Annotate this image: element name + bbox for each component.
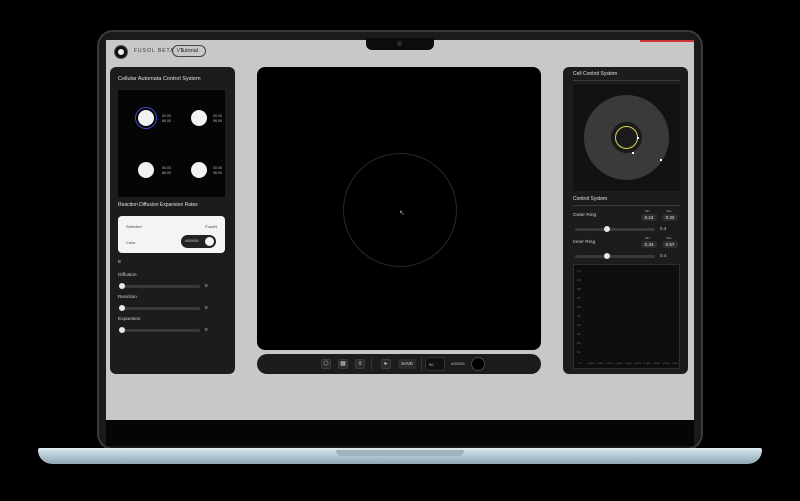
color-label: Color xyxy=(126,240,136,245)
graph-y-tick: 0.6 xyxy=(577,306,581,309)
diffusion-slider-handle[interactable] xyxy=(119,283,125,289)
graph-y-tick: 0.5 xyxy=(577,315,581,318)
graph-x-tick: 0.9000 xyxy=(662,363,670,365)
graph-y-tick: 0.8 xyxy=(577,288,581,291)
expansion-slider[interactable] xyxy=(120,329,200,332)
marker-dot xyxy=(660,159,662,161)
graph-y-tick: 0.1 xyxy=(577,351,581,354)
divider xyxy=(573,205,680,206)
toolbar-divider xyxy=(421,357,422,371)
diffusion-label: Diffusion xyxy=(118,273,137,278)
selected-label: Selected xyxy=(126,224,142,229)
speed-input[interactable]: 50 xyxy=(425,357,445,371)
cell-4-values: 00.00 96.00 xyxy=(213,166,222,175)
cell-4[interactable] xyxy=(191,162,207,178)
inner-ring-value: 0.4 xyxy=(660,253,667,258)
graph-x-tick: 0.8000 xyxy=(653,363,660,365)
progress-line xyxy=(640,40,694,42)
cell-3-values: 00.00 86.00 xyxy=(162,166,171,175)
cursor-icon: ↖ xyxy=(399,210,405,217)
inner-min-label: Min xyxy=(645,236,650,240)
outer-ring-value: 0.4 xyxy=(660,226,667,231)
reaction-label: Reaction xyxy=(118,295,137,300)
rates-title: Reaction Diffusion Expansion Rates xyxy=(118,202,198,208)
inner-ring-slider[interactable] xyxy=(575,255,655,258)
laptop-hinge xyxy=(336,450,464,456)
graph-y-tick: 1.0 xyxy=(577,270,581,273)
color-toggle-label: #000000 xyxy=(185,239,199,243)
graph-x-tick: 0.4000 xyxy=(615,363,623,365)
diffusion-slider[interactable] xyxy=(120,285,200,288)
tutorial-button[interactable]: Tutorial xyxy=(172,45,206,57)
cell-2-values: 00.00 96.00 xyxy=(213,114,222,123)
toggle-knob xyxy=(205,237,214,246)
graph-x-tick: 0.3000 xyxy=(606,363,613,365)
outer-ring-label: Outer Ring xyxy=(573,213,597,218)
color-hex-label: #000000 xyxy=(451,362,465,366)
cell-preview xyxy=(573,84,680,191)
section-label: E xyxy=(118,260,122,265)
graph-x-tick: 0.1000 xyxy=(587,363,595,365)
logo-icon xyxy=(118,49,124,55)
expansion-value: 0 xyxy=(205,327,208,332)
color-swatch[interactable] xyxy=(471,357,485,371)
marker-dot xyxy=(632,152,634,154)
toolbar-divider xyxy=(371,357,372,371)
color-toggle[interactable]: #000000 xyxy=(181,235,216,248)
expansion-label: Expansion xyxy=(118,317,141,322)
diffusion-value: 0 xyxy=(205,283,208,288)
marker-dot xyxy=(637,137,639,139)
outer-max-label: Max xyxy=(666,209,672,213)
graph-x-axis: 0.0 0.1000 0.2000 0.3000 0.4000 0.5000 0.6000 0… xyxy=(578,363,678,368)
graph-x-tick: 0.6000 xyxy=(634,363,642,365)
reaction-slider-handle[interactable] xyxy=(119,305,125,311)
selected-value: FusoN xyxy=(205,224,217,229)
inner-ring-slider-handle[interactable] xyxy=(604,253,610,259)
screen-bezel-bottom xyxy=(106,420,694,446)
inner-ring-label: Inner Ring xyxy=(573,240,596,245)
graph-x-tick: 0.2000 xyxy=(596,363,604,365)
grid-icon[interactable]: ▦ xyxy=(338,359,348,369)
outer-ring-slider-handle[interactable] xyxy=(604,226,610,232)
graph-y-axis: 1.0 0.9 0.8 0.7 0.6 0.5 0.4 0.3 0.2 0.1 xyxy=(577,270,587,360)
inner-min-value[interactable]: 0.34 xyxy=(641,241,657,248)
camera-icon xyxy=(397,41,402,46)
ring-graph: 1.0 0.9 0.8 0.7 0.6 0.5 0.4 0.3 0.2 0.1 0.0 0.1000… xyxy=(573,264,680,369)
graph-x-tick: 0.0 xyxy=(578,363,582,365)
graph-x-tick: 0.7000 xyxy=(643,363,651,365)
reaction-slider[interactable] xyxy=(120,307,200,310)
graph-x-tick: 1.000 xyxy=(672,363,678,365)
cell-3[interactable] xyxy=(138,162,154,178)
cell-core-ring xyxy=(615,126,638,149)
divider xyxy=(573,80,680,81)
play-icon[interactable]: ▸ xyxy=(381,359,391,369)
graph-y-tick: 0.3 xyxy=(577,333,581,336)
save-button[interactable]: SAVE xyxy=(398,359,416,369)
cube-icon[interactable]: ⬡ xyxy=(321,359,331,369)
list-icon[interactable]: ≡ xyxy=(355,359,365,369)
outer-max-value[interactable]: 0.32 xyxy=(662,214,678,221)
automata-title: Cellular Automata Control System xyxy=(118,76,201,82)
graph-y-tick: 0.4 xyxy=(577,324,581,327)
selection-card: Selected FusoN Color #000000 xyxy=(118,216,225,253)
control-system-title: Control System xyxy=(573,196,608,202)
cell-control-title: Cell Control System xyxy=(573,71,618,77)
inner-max-value[interactable]: 0.67 xyxy=(662,241,678,248)
reaction-value: 0 xyxy=(205,305,208,310)
graph-y-tick: 0.9 xyxy=(577,279,581,282)
graph-y-tick: 0.7 xyxy=(577,297,581,300)
graph-y-tick: 0.2 xyxy=(577,342,581,345)
cell-1[interactable] xyxy=(138,110,154,126)
graph-x-tick: 0.5000 xyxy=(625,363,632,365)
cell-1-values: 00.00 86.00 xyxy=(162,114,171,123)
outer-ring-slider[interactable] xyxy=(575,228,655,231)
simulation-canvas[interactable]: ↖ xyxy=(257,67,541,350)
outer-min-label: Min xyxy=(645,209,650,213)
outer-min-value[interactable]: 0.24 xyxy=(641,214,657,221)
expansion-slider-handle[interactable] xyxy=(119,327,125,333)
inner-max-label: Max xyxy=(666,236,672,240)
automata-grid: 00.00 86.00 00.00 96.00 00.00 86.00 00.00 96… xyxy=(118,90,225,197)
cell-2[interactable] xyxy=(191,110,207,126)
